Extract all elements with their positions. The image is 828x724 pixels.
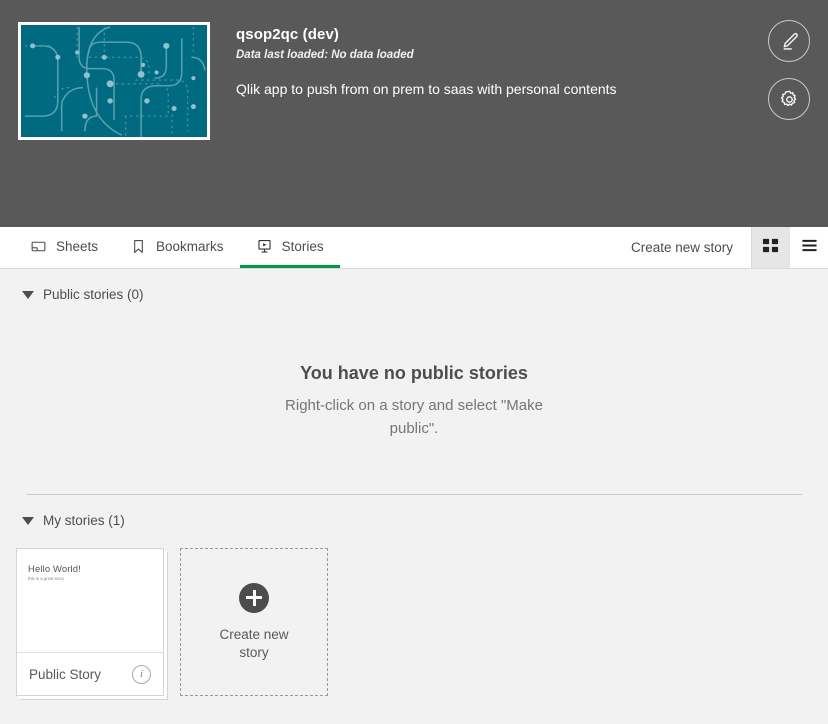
list-view-button[interactable]: [790, 227, 828, 268]
app-settings-button[interactable]: [768, 78, 810, 120]
app-meta: qsop2qc (dev) Data last loaded: No data …: [236, 22, 617, 99]
app-thumbnail[interactable]: [18, 22, 210, 140]
public-stories-section-header[interactable]: Public stories (0): [16, 269, 812, 312]
chevron-down-icon: [22, 516, 34, 525]
story-preview-subtitle: this is a great story: [28, 576, 65, 582]
grid-icon: [762, 237, 779, 259]
list-icon: [801, 237, 818, 259]
app-thumbnail-pattern: [21, 25, 207, 137]
public-stories-title: Public stories (0): [43, 287, 144, 302]
plus-circle-icon: [239, 582, 269, 613]
bookmark-icon: [130, 238, 147, 255]
grid-view-button[interactable]: [752, 227, 790, 268]
tab-list: Sheets Bookmarks Stories: [14, 227, 340, 268]
create-new-story-card[interactable]: Create new story: [180, 548, 328, 696]
my-stories-card-row: Hello World! this is a great story Publi…: [16, 538, 812, 696]
app-data-status: Data last loaded: No data loaded: [236, 49, 414, 61]
sheet-icon: [30, 238, 47, 255]
gear-icon: [779, 89, 800, 110]
tab-sheets[interactable]: Sheets: [14, 227, 114, 268]
story-card[interactable]: Hello World! this is a great story Publi…: [16, 548, 164, 696]
app-description: Qlik app to push from on prem to saas wi…: [236, 81, 617, 97]
story-card-label: Public Story: [29, 666, 102, 682]
story-preview-title: Hello World!: [28, 565, 81, 575]
story-card-preview: Hello World! this is a great story: [17, 549, 163, 653]
tab-bar: Sheets Bookmarks Stories Create new stor…: [0, 227, 828, 269]
edit-app-button[interactable]: [768, 20, 810, 62]
app-title: qsop2qc (dev): [236, 26, 339, 43]
info-icon[interactable]: i: [132, 664, 151, 684]
create-new-story-link[interactable]: Create new story: [613, 240, 751, 255]
tab-stories-label: Stories: [281, 238, 324, 254]
empty-state-title: You have no public stories: [300, 363, 528, 383]
my-stories-section-header[interactable]: My stories (1): [16, 495, 812, 538]
empty-state-subtitle: Right-click on a story and select "Make …: [285, 397, 543, 437]
chevron-down-icon: [22, 290, 34, 299]
create-new-story-card-label: Create new story: [219, 626, 289, 660]
stories-content: Public stories (0) You have no public st…: [0, 269, 828, 696]
view-mode-toggle: [751, 227, 828, 268]
tab-bookmarks[interactable]: Bookmarks: [114, 227, 240, 268]
header-actions: [768, 20, 810, 120]
pencil-icon: [779, 31, 800, 52]
my-stories-title: My stories (1): [43, 513, 125, 528]
tab-sheets-label: Sheets: [56, 238, 99, 254]
story-icon: [256, 238, 273, 255]
story-card-footer: Public Story i: [17, 653, 163, 695]
public-stories-empty-state: You have no public stories Right-click o…: [16, 312, 812, 480]
tab-bar-actions: Create new story: [613, 227, 828, 268]
tab-bookmarks-label: Bookmarks: [156, 238, 224, 254]
app-header: qsop2qc (dev) Data last loaded: No data …: [0, 0, 828, 227]
tab-stories[interactable]: Stories: [239, 227, 340, 268]
